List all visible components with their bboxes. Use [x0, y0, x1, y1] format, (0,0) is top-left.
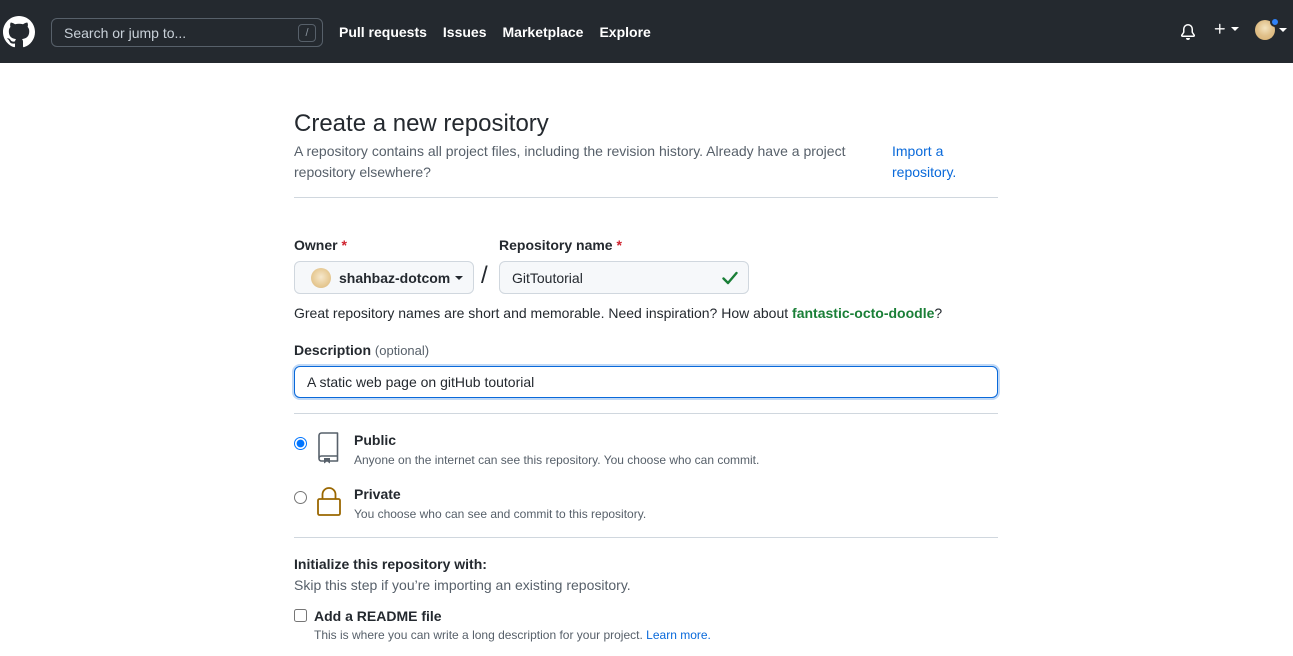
readme-description: This is where you can write a long descr…	[314, 628, 711, 642]
init-section-title: Initialize this repository with:	[294, 556, 487, 572]
notification-dot	[1270, 17, 1280, 27]
repo-name-hint: Great repository names are short and mem…	[294, 305, 943, 321]
repo-name-input[interactable]	[500, 262, 748, 293]
create-new-dropdown[interactable]	[1213, 22, 1239, 36]
repo-name-field	[499, 261, 749, 294]
add-readme-checkbox[interactable]	[294, 609, 307, 622]
chevron-down-icon	[1231, 27, 1239, 31]
private-title: Private	[354, 486, 401, 502]
avatar	[311, 267, 331, 288]
required-mark: *	[616, 237, 622, 253]
divider	[294, 197, 998, 198]
owner-repo-separator: /	[481, 262, 488, 289]
public-radio[interactable]	[294, 437, 307, 450]
add-readme-label[interactable]: Add a README file	[314, 608, 442, 624]
divider	[294, 537, 998, 538]
repo-name-label: Repository name *	[499, 237, 622, 253]
plus-icon	[1214, 23, 1225, 34]
owner-name: shahbaz-dotcom	[339, 269, 451, 286]
bell-icon[interactable]	[1180, 24, 1196, 40]
private-radio[interactable]	[294, 491, 307, 504]
learn-more-link[interactable]: Learn more.	[646, 628, 711, 642]
nav-pull-requests[interactable]: Pull requests	[339, 24, 427, 40]
nav-marketplace[interactable]: Marketplace	[503, 24, 584, 40]
chevron-down-icon	[1279, 28, 1287, 32]
github-logo-icon[interactable]	[3, 16, 35, 48]
public-title: Public	[354, 432, 397, 448]
lock-icon	[317, 487, 341, 516]
search-input[interactable]	[64, 24, 284, 41]
page-title: Create a new repository	[294, 110, 549, 137]
required-mark: *	[341, 237, 347, 253]
description-input[interactable]	[294, 366, 998, 398]
top-navbar: / Pull requests Issues Marketplace Explo…	[0, 0, 1293, 63]
optional-tag: (optional)	[374, 343, 430, 358]
check-icon	[722, 271, 738, 285]
description-label: Description (optional)	[294, 342, 430, 358]
import-repository-link[interactable]: Import a repository.	[892, 141, 972, 183]
user-menu[interactable]	[1255, 17, 1287, 40]
nav-issues[interactable]: Issues	[443, 24, 487, 40]
init-section-subtitle: Skip this step if you’re importing an ex…	[294, 577, 631, 593]
avatar	[1255, 17, 1280, 40]
private-description: You choose who can see and commit to thi…	[354, 507, 647, 521]
chevron-down-icon	[455, 275, 464, 280]
repo-book-icon	[318, 432, 339, 464]
owner-select-button[interactable]: shahbaz-dotcom	[294, 261, 474, 294]
visibility-private-option: Private You choose who can see and commi…	[294, 486, 998, 526]
search-shortcut-key: /	[298, 24, 316, 42]
page-intro: A repository contains all project files,…	[294, 143, 846, 180]
primary-nav: Pull requests Issues Marketplace Explore	[339, 24, 651, 40]
divider	[294, 413, 998, 414]
nav-explore[interactable]: Explore	[599, 24, 650, 40]
visibility-public-option: Public Anyone on the internet can see th…	[294, 432, 998, 472]
owner-label: Owner *	[294, 237, 347, 253]
public-description: Anyone on the internet can see this repo…	[354, 453, 760, 467]
suggested-repo-name[interactable]: fantastic-octo-doodle	[792, 305, 934, 321]
global-search: /	[51, 18, 323, 47]
